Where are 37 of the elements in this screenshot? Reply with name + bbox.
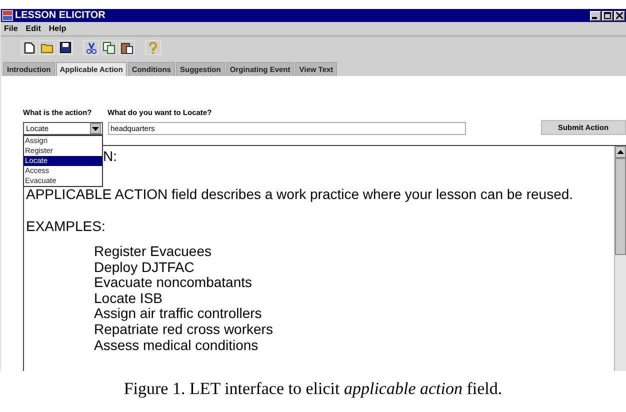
folder-icon	[40, 42, 54, 53]
save-tool-button[interactable]	[57, 40, 73, 55]
close-button[interactable]	[614, 10, 625, 20]
example-item: Locate ISB	[94, 290, 164, 306]
paste-tool-button[interactable]	[119, 40, 135, 55]
close-icon	[616, 12, 623, 19]
example-item: Deploy DJTFAC	[94, 260, 196, 276]
open-tool-button[interactable]	[39, 40, 55, 55]
copy-tool-button[interactable]	[101, 40, 117, 55]
new-tool-button[interactable]	[21, 40, 37, 55]
menu-item[interactable]: Help	[48, 24, 66, 33]
text-heading: N:	[103, 148, 117, 166]
figure-caption: Figure 1. LET interface to elicit applicable action field.	[122, 379, 504, 399]
clipboard-icon	[121, 42, 133, 54]
examples-heading: EXAMPLES:	[26, 218, 106, 234]
example-item: Register Evacuees	[94, 244, 213, 260]
maximize-button[interactable]	[602, 10, 613, 20]
description-text: APPLICABLE ACTION field describes a work practice where your lesson can be reused.	[26, 186, 574, 202]
scissors-icon	[86, 42, 96, 54]
caret-icon	[92, 126, 99, 130]
scrollbar[interactable]	[614, 146, 626, 371]
maximize-icon	[604, 12, 611, 19]
app-icon	[2, 10, 13, 21]
window-title: LESSON ELICITOR	[15, 10, 106, 21]
example-item: Assign air traffic controllers	[94, 306, 263, 322]
cut-tool-button[interactable]	[83, 40, 99, 55]
copy-icon	[103, 42, 115, 54]
example-item: Evacuate noncombatants	[94, 275, 253, 291]
page-icon	[24, 42, 34, 54]
scroll-thumb[interactable]	[615, 158, 626, 255]
up-arrow-icon	[617, 150, 624, 154]
example-item: Assess medical conditions	[94, 338, 260, 354]
menu-item[interactable]: File	[4, 24, 18, 33]
menu-item[interactable]: Edit	[26, 24, 41, 33]
minimize-button[interactable]	[590, 10, 601, 20]
question-mark-icon	[148, 42, 158, 54]
example-item: Repatriate red cross workers	[94, 322, 274, 338]
